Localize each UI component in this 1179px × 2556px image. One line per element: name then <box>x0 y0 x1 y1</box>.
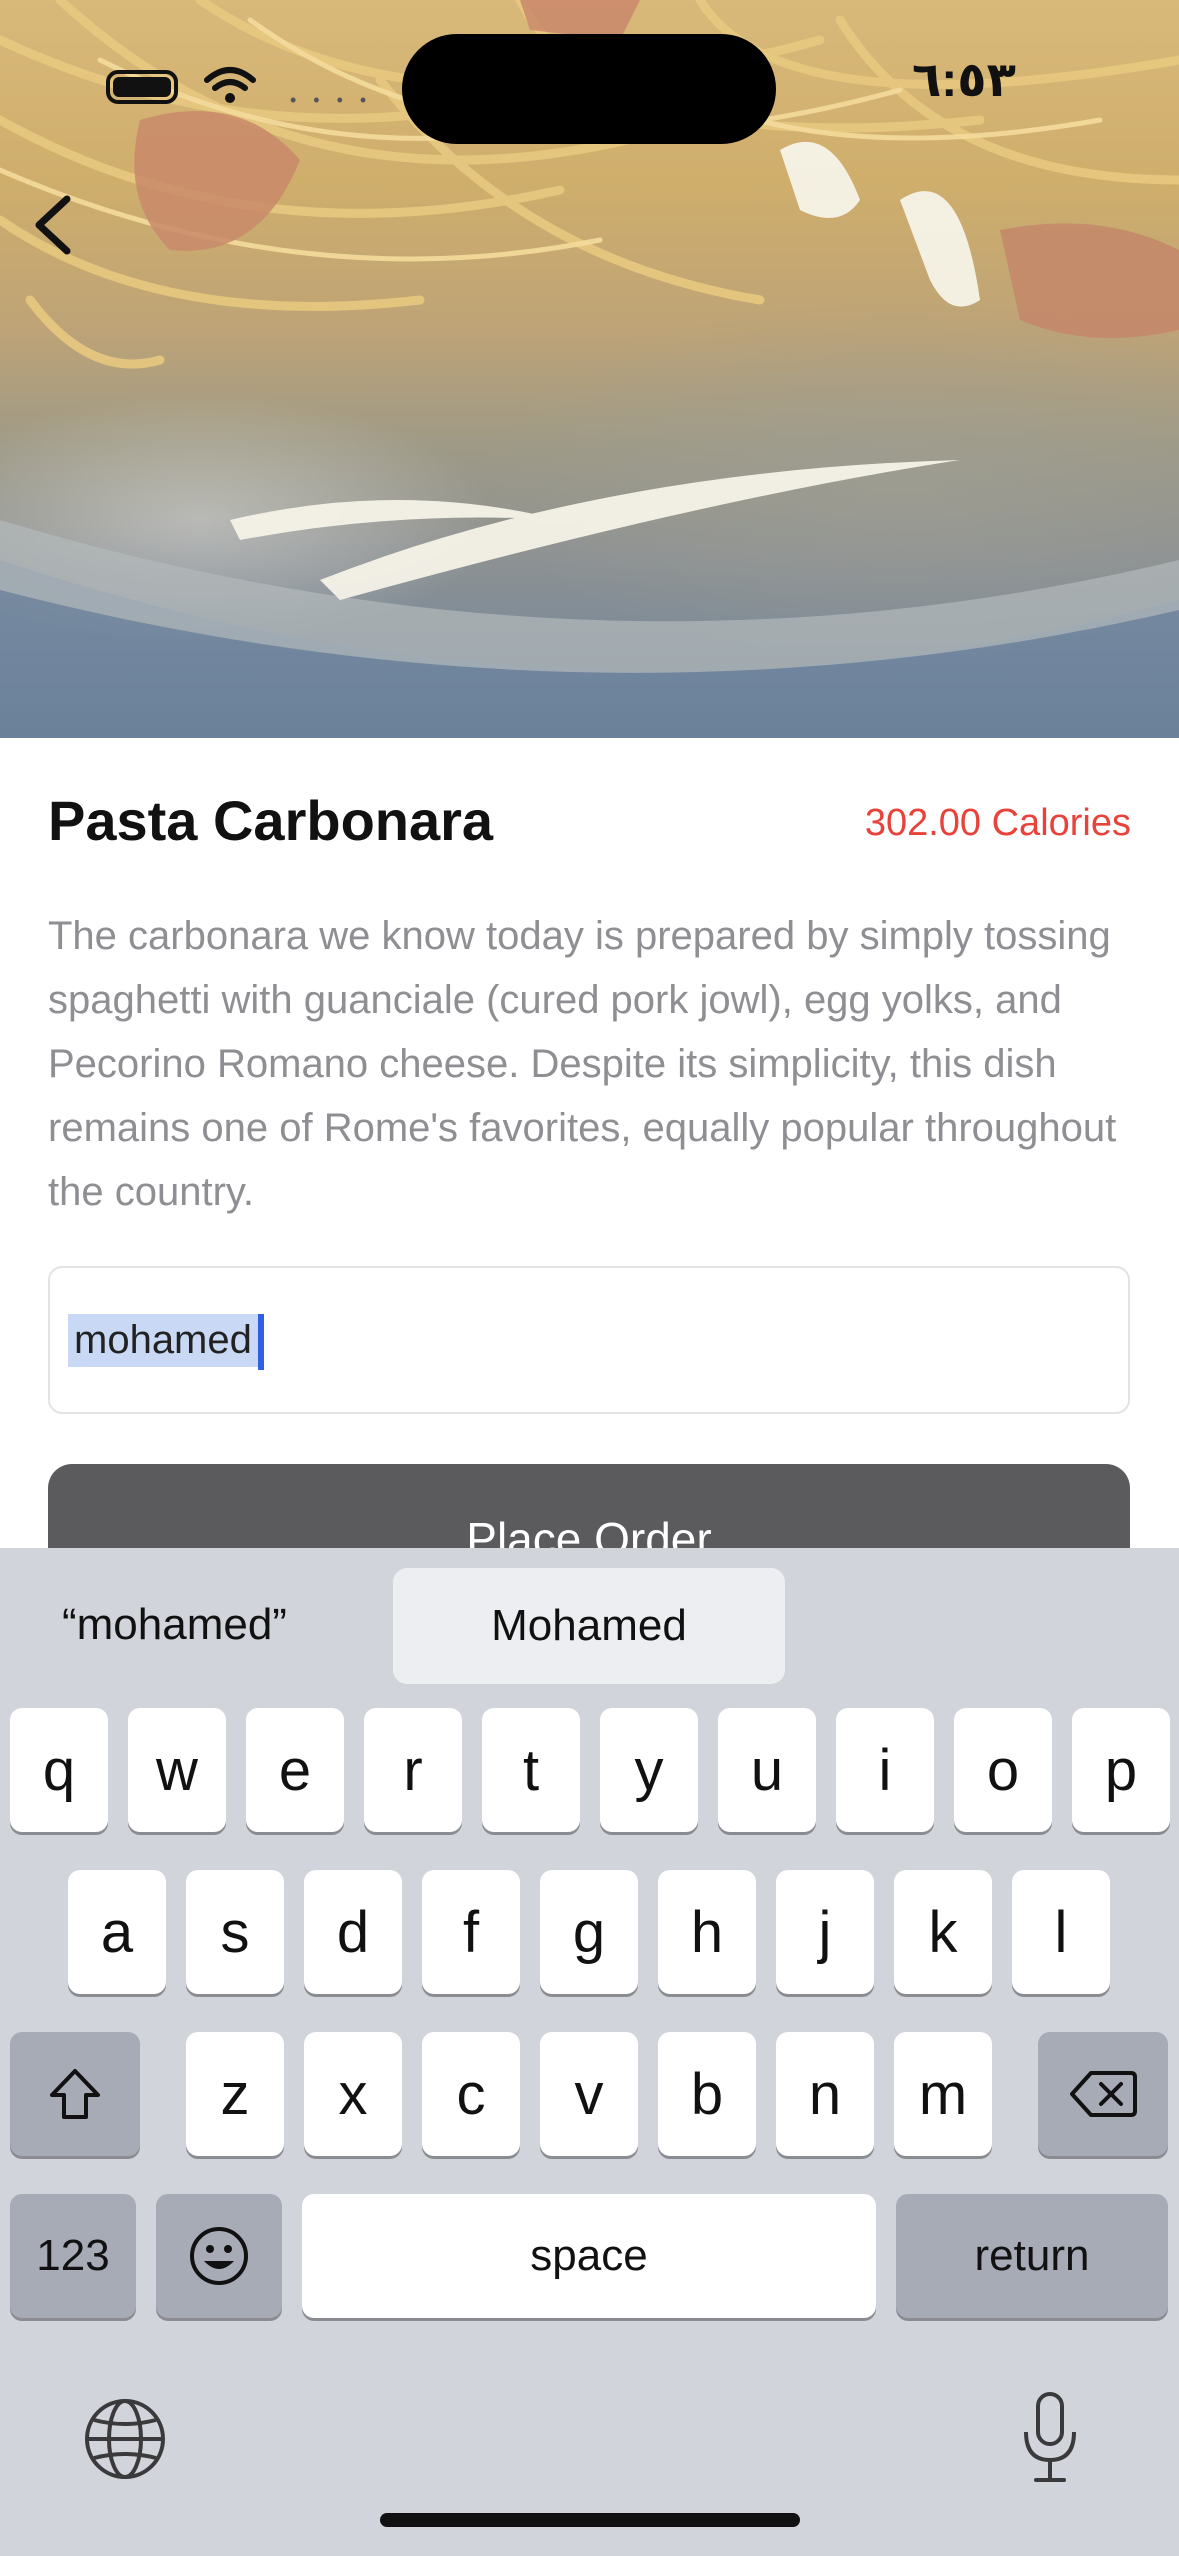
key-e[interactable]: e <box>246 1708 344 1832</box>
shift-key[interactable] <box>10 2032 140 2156</box>
key-c[interactable]: c <box>422 2032 520 2156</box>
key-h[interactable]: h <box>658 1870 756 1994</box>
key-i[interactable]: i <box>836 1708 934 1832</box>
dish-description: The carbonara we know today is prepared … <box>48 914 1117 1214</box>
key-z[interactable]: z <box>186 2032 284 2156</box>
key-t[interactable]: t <box>482 1708 580 1832</box>
key-r[interactable]: r <box>364 1708 462 1832</box>
emoji-icon <box>190 2227 248 2285</box>
key-v[interactable]: v <box>540 2032 638 2156</box>
globe-button[interactable] <box>82 2396 168 2487</box>
name-input-value: mohamed <box>68 1314 258 1367</box>
signal-dots: • • • • <box>290 90 373 110</box>
key-l[interactable]: l <box>1012 1870 1110 1994</box>
text-caret <box>258 1314 264 1370</box>
numbers-key[interactable]: 123 <box>10 2194 136 2318</box>
key-m[interactable]: m <box>894 2032 992 2156</box>
back-chevron-icon <box>35 195 71 255</box>
key-j[interactable]: j <box>776 1870 874 1994</box>
key-p[interactable]: p <box>1072 1708 1170 1832</box>
emoji-key[interactable] <box>156 2194 282 2318</box>
globe-icon <box>85 2399 165 2479</box>
delete-icon <box>1070 2071 1137 2117</box>
key-s[interactable]: s <box>186 1870 284 1994</box>
key-b[interactable]: b <box>658 2032 756 2156</box>
key-y[interactable]: y <box>600 1708 698 1832</box>
name-input[interactable]: mohamed <box>48 1266 1130 1414</box>
dynamic-island <box>402 34 776 144</box>
key-k[interactable]: k <box>894 1870 992 1994</box>
suggestion-typed[interactable]: “mohamed” <box>62 1600 287 1650</box>
keyboard: “mohamed” Mohamed q w e r t y u i o p a … <box>0 1548 1179 2556</box>
home-indicator <box>380 2513 800 2527</box>
key-f[interactable]: f <box>422 1870 520 1994</box>
key-u[interactable]: u <box>718 1708 816 1832</box>
back-button[interactable] <box>18 190 88 260</box>
key-a[interactable]: a <box>68 1870 166 1994</box>
calories-label: 302.00 Calories <box>864 802 1131 844</box>
space-key[interactable]: space <box>302 2194 876 2318</box>
key-x[interactable]: x <box>304 2032 402 2156</box>
dish-title: Pasta Carbonara <box>48 789 494 852</box>
key-o[interactable]: o <box>954 1708 1052 1832</box>
key-w[interactable]: w <box>128 1708 226 1832</box>
delete-key[interactable] <box>1038 2032 1168 2156</box>
battery-icon <box>106 70 178 104</box>
suggestion-autocorrect[interactable]: Mohamed <box>393 1568 785 1684</box>
key-d[interactable]: d <box>304 1870 402 1994</box>
microphone-icon <box>1024 2392 1076 2482</box>
return-key[interactable]: return <box>896 2194 1168 2318</box>
key-g[interactable]: g <box>540 1870 638 1994</box>
dictation-button[interactable] <box>1018 2388 1082 2493</box>
wifi-icon <box>203 66 257 111</box>
status-time: ٦:٥٣ <box>912 54 1016 107</box>
key-q[interactable]: q <box>10 1708 108 1832</box>
shift-icon <box>50 2069 100 2119</box>
key-n[interactable]: n <box>776 2032 874 2156</box>
